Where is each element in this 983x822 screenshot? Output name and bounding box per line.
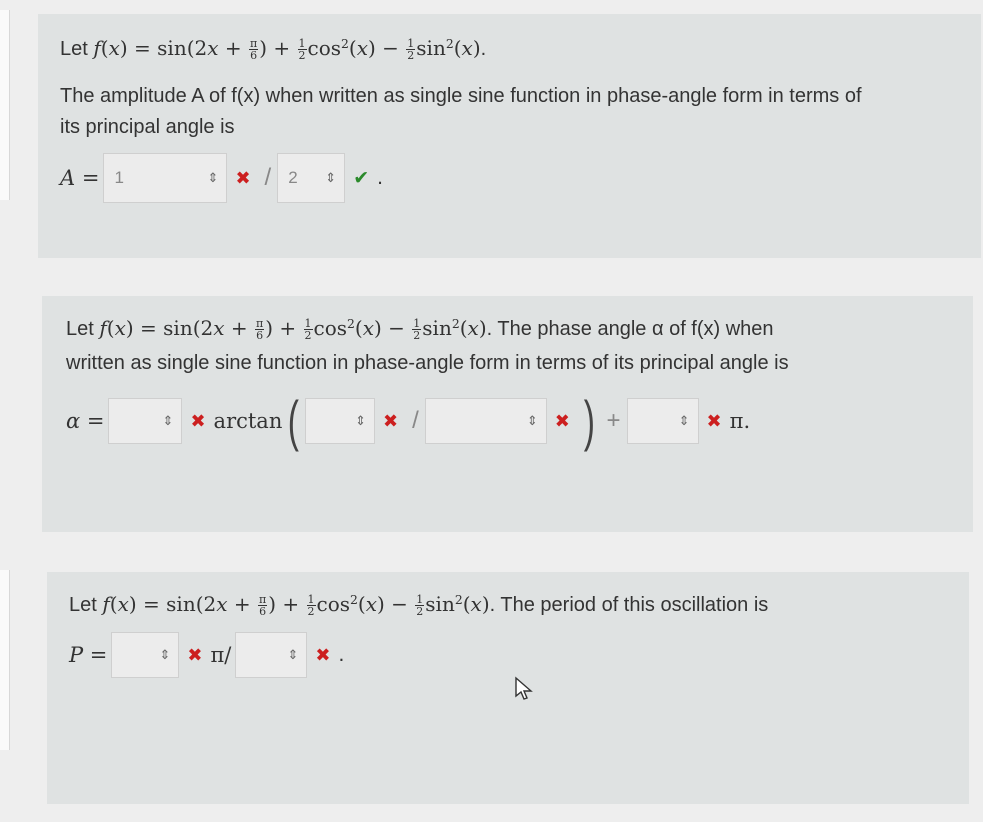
period-numerator-select[interactable]: ⇕ — [111, 632, 180, 678]
left-sidebar-edge — [0, 570, 10, 750]
cross-icon: ✖ — [190, 410, 206, 431]
phase-coefficient-select[interactable]: ⇕ — [108, 398, 183, 444]
plus-sign: + — [606, 407, 621, 434]
amplitude-denominator-value: 2 — [288, 168, 298, 187]
period-denominator-select[interactable]: ⇕ — [235, 632, 308, 678]
mouse-cursor-icon — [515, 676, 533, 700]
phase-angle-label: α = — [66, 409, 105, 433]
question-3-panel: Let f(x) = sin(2x + π 6) + 1 2 cos2(x) − 12… — [47, 572, 969, 804]
amplitude-numerator-select[interactable]: 1 ⇕ — [103, 153, 228, 203]
period-label: P = — [69, 643, 108, 667]
question-2-panel: Let f(x) = sin(2x + π 6) + 1 2 cos2(x) − 12… — [42, 296, 973, 532]
cross-icon: ✖ — [235, 167, 251, 188]
phase-angle-answer-row: α = ⇕ ✖ arctan ( ⇕ ✖ / ⇕ ✖ ) + ⇕ ✖ π. — [66, 393, 750, 449]
right-paren: ) — [583, 389, 595, 452]
spinner-icon: ⇕ — [526, 413, 538, 428]
cross-icon: ✖ — [383, 410, 399, 431]
question-2-statement-line-1: Let f(x) = sin(2x + π 6) + 1 2 cos2(x) − 12… — [66, 316, 774, 342]
pi-label: π. — [729, 409, 751, 433]
slash-icon: / — [264, 164, 272, 191]
arctan-numerator-select[interactable]: ⇕ — [305, 398, 376, 444]
check-icon: ✔ — [353, 167, 370, 189]
slash-icon: / — [412, 407, 419, 434]
spinner-icon: ⇕ — [678, 413, 690, 428]
question-3-statement: Let f(x) = sin(2x + π 6) + 1 2 cos2(x) − 12… — [69, 592, 769, 618]
question-1-text-line-2: its principal angle is — [60, 116, 235, 138]
left-paren: ( — [288, 389, 300, 452]
question-1-text-line-1: The amplitude A of f(x) when written as … — [60, 85, 862, 107]
left-sidebar-edge — [0, 10, 10, 200]
spinner-icon: ⇕ — [207, 170, 219, 185]
spinner-icon: ⇕ — [287, 647, 299, 662]
cross-icon: ✖ — [315, 644, 331, 665]
cross-icon: ✖ — [554, 410, 570, 431]
spinner-icon: ⇕ — [355, 413, 367, 428]
pi-slash-label: π/ — [210, 643, 232, 667]
spinner-icon: ⇕ — [162, 413, 174, 428]
question-1-statement: Let f(x) = sin(2x + π 6) + 1 2 cos2(x) − 12… — [60, 36, 487, 62]
arctan-label: arctan — [213, 409, 283, 433]
cross-icon: ✖ — [706, 410, 722, 431]
arctan-denominator-select[interactable]: ⇕ — [424, 398, 547, 444]
cross-icon: ✖ — [187, 644, 203, 665]
question-1-panel: Let f(x) = sin(2x + π 6) + 1 2 cos2(x) − 12… — [38, 14, 981, 258]
spinner-icon: ⇕ — [325, 170, 337, 185]
amplitude-answer-row: A = 1 ⇕ ✖ / 2 ⇕ ✔ . — [60, 153, 383, 203]
period-answer-row: P = ⇕ ✖ π/ ⇕ ✖ . — [69, 632, 344, 678]
amplitude-numerator-value: 1 — [114, 168, 124, 187]
question-2-text-line-2: written as single sine function in phase… — [66, 352, 789, 374]
pi-coefficient-select[interactable]: ⇕ — [626, 398, 699, 444]
period-mark: . — [377, 166, 383, 189]
spinner-icon: ⇕ — [159, 647, 171, 662]
period-mark: . — [338, 643, 345, 666]
amplitude-label: A = — [60, 166, 100, 190]
amplitude-denominator-select[interactable]: 2 ⇕ — [277, 153, 346, 203]
